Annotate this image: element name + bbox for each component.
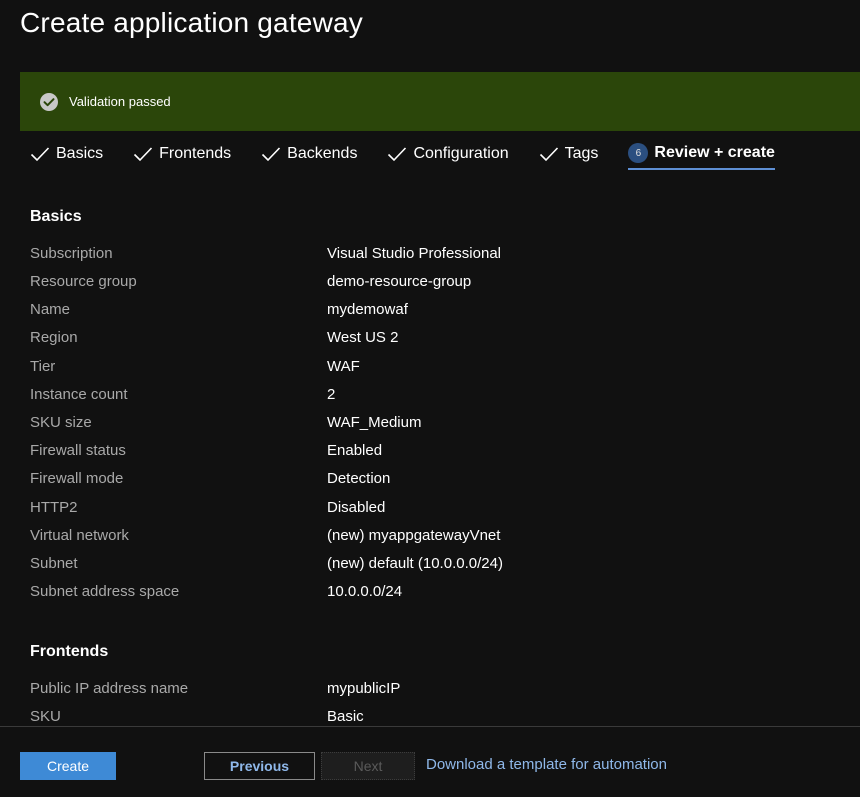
summary-label: Firewall status	[30, 441, 126, 459]
summary-row-name: Name mydemowaf	[30, 295, 830, 323]
download-template-link[interactable]: Download a template for automation	[426, 756, 667, 773]
tab-basics[interactable]: Basics	[30, 138, 103, 170]
summary-value: mydemowaf	[327, 300, 408, 318]
summary-row-region: Region West US 2	[30, 323, 830, 351]
summary-row-tier: Tier WAF	[30, 352, 830, 380]
summary-label: Public IP address name	[30, 679, 189, 697]
validation-message: Validation passed	[69, 94, 171, 109]
checkmark-circle-icon	[39, 92, 59, 112]
summary-label: Tier	[30, 357, 56, 375]
summary-row-firewall-mode: Firewall mode Detection	[30, 464, 830, 492]
summary-row-public-ip-name: Public IP address name mypublicIP	[30, 674, 830, 702]
summary-row-subnet-address-space: Subnet address space 10.0.0.0/24	[30, 577, 830, 605]
page-title: Create application gateway	[20, 7, 363, 38]
summary-label: SKU	[30, 707, 61, 725]
summary-value: Visual Studio Professional	[327, 244, 501, 262]
step-number-badge: 6	[628, 143, 649, 163]
checkmark-icon	[133, 146, 153, 162]
tab-tags[interactable]: Tags	[539, 138, 599, 170]
summary-row-subscription: Subscription Visual Studio Professional	[30, 239, 830, 267]
tab-label: Tags	[564, 145, 599, 162]
summary-value: (new) myappgatewayVnet	[327, 526, 501, 544]
tab-review-create[interactable]: 6 Review + create	[628, 138, 775, 170]
summary-row-instance-count: Instance count 2	[30, 380, 830, 408]
summary-row-subnet: Subnet (new) default (10.0.0.0/24)	[30, 549, 830, 577]
summary-label: Name	[30, 300, 71, 318]
tab-label: Basics	[56, 145, 104, 162]
section-title-basics: Basics	[30, 208, 82, 225]
summary-value: West US 2	[327, 328, 399, 346]
summary-value: Disabled	[327, 498, 386, 516]
create-button[interactable]: Create	[20, 752, 116, 780]
summary-label: Subnet	[30, 554, 78, 572]
summary-value: Enabled	[327, 441, 383, 459]
previous-button[interactable]: Previous	[204, 752, 315, 780]
summary-row-http2: HTTP2 Disabled	[30, 493, 830, 521]
footer-bar: Create Previous Next Download a template…	[0, 726, 860, 797]
tab-configuration[interactable]: Configuration	[387, 138, 509, 170]
checkmark-icon	[539, 146, 559, 162]
tab-label: Review + create	[654, 144, 775, 161]
summary-label: SKU size	[30, 413, 92, 431]
summary-label: Subnet address space	[30, 582, 180, 600]
wizard-tabs: Basics Frontends Backends Configuration …	[30, 137, 805, 171]
summary-value: WAF_Medium	[327, 413, 422, 431]
summary-label: Virtual network	[30, 526, 129, 544]
summary-value: WAF	[327, 357, 360, 375]
tab-backends[interactable]: Backends	[261, 138, 357, 170]
summary-value: demo-resource-group	[327, 272, 472, 290]
summary-label: Resource group	[30, 272, 137, 290]
summary-row-sku-size: SKU size WAF_Medium	[30, 408, 830, 436]
summary-label: Firewall mode	[30, 469, 124, 487]
summary-label: Region	[30, 328, 78, 346]
summary-row-resource-group: Resource group demo-resource-group	[30, 267, 830, 295]
summary-label: Subscription	[30, 244, 113, 262]
summary-value: 2	[327, 385, 336, 403]
summary-value: Basic	[327, 707, 364, 725]
summary-value: mypublicIP	[327, 679, 401, 697]
summary-value: Detection	[327, 469, 391, 487]
summary-value: 10.0.0.0/24	[327, 582, 403, 600]
tab-label: Backends	[287, 145, 358, 162]
summary-value: (new) default (10.0.0.0/24)	[327, 554, 503, 572]
checkmark-icon	[387, 146, 407, 162]
summary-row-virtual-network: Virtual network (new) myappgatewayVnet	[30, 521, 830, 549]
tab-label: Configuration	[413, 145, 509, 162]
summary-label: HTTP2	[30, 498, 78, 516]
tab-label: Frontends	[159, 145, 232, 162]
summary-label: Instance count	[30, 385, 128, 403]
summary-row-firewall-status: Firewall status Enabled	[30, 436, 830, 464]
tab-frontends[interactable]: Frontends	[133, 138, 231, 170]
validation-banner: Validation passed	[20, 72, 860, 131]
next-button[interactable]: Next	[321, 752, 415, 780]
checkmark-icon	[261, 146, 281, 162]
checkmark-icon	[30, 146, 50, 162]
section-title-frontends: Frontends	[30, 643, 109, 660]
